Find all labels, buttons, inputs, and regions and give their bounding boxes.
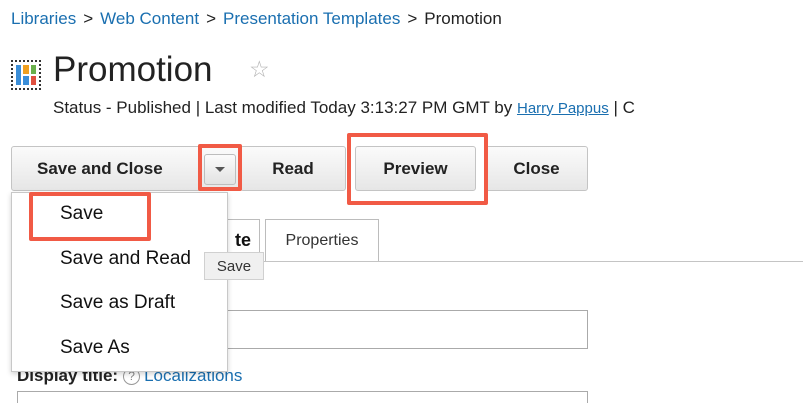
menu-item-save[interactable]: Save: [60, 203, 103, 225]
breadcrumb-separator: >: [206, 9, 216, 28]
menu-item-save-as-draft[interactable]: Save as Draft: [60, 292, 175, 314]
status-line: Status - Published | Last modified Today…: [53, 98, 635, 118]
tab-template-label: te: [234, 230, 251, 250]
name-input[interactable]: [199, 310, 588, 349]
menu-item-save-and-read[interactable]: Save and Read: [60, 248, 191, 270]
author-link[interactable]: Harry Pappus: [517, 100, 609, 117]
save-options-dropdown-button[interactable]: [204, 154, 236, 185]
breadcrumb-libraries[interactable]: Libraries: [11, 9, 76, 28]
breadcrumb-presentation-templates[interactable]: Presentation Templates: [223, 9, 400, 28]
tab-properties-label: Properties: [285, 231, 359, 249]
save-and-close-label: Save and Close: [37, 158, 163, 178]
status-text: Status - Published | Last modified Today…: [53, 98, 513, 117]
breadcrumb-current: Promotion: [424, 9, 502, 28]
status-suffix: | C: [613, 98, 635, 117]
presentation-template-icon: [11, 60, 41, 90]
close-label: Close: [513, 158, 560, 178]
save-tooltip: Save: [204, 252, 264, 280]
read-button[interactable]: Read: [240, 146, 346, 191]
read-label: Read: [272, 158, 314, 178]
breadcrumb-web-content[interactable]: Web Content: [100, 9, 199, 28]
menu-item-save-as[interactable]: Save As: [60, 337, 130, 359]
display-title-input[interactable]: [17, 391, 588, 403]
preview-button[interactable]: Preview: [355, 146, 476, 191]
close-button[interactable]: Close: [485, 146, 588, 191]
tab-properties[interactable]: Properties: [265, 219, 379, 261]
star-icon[interactable]: ☆: [249, 56, 270, 83]
chevron-down-icon: [215, 167, 225, 172]
breadcrumb: Libraries > Web Content > Presentation Templ…: [11, 9, 502, 29]
page-title: Promotion: [53, 50, 213, 89]
save-options-menu: Save Save and Read Save as Draft Save As: [11, 192, 228, 372]
breadcrumb-separator: >: [83, 9, 94, 28]
preview-label: Preview: [383, 158, 448, 178]
breadcrumb-separator: >: [407, 9, 418, 28]
